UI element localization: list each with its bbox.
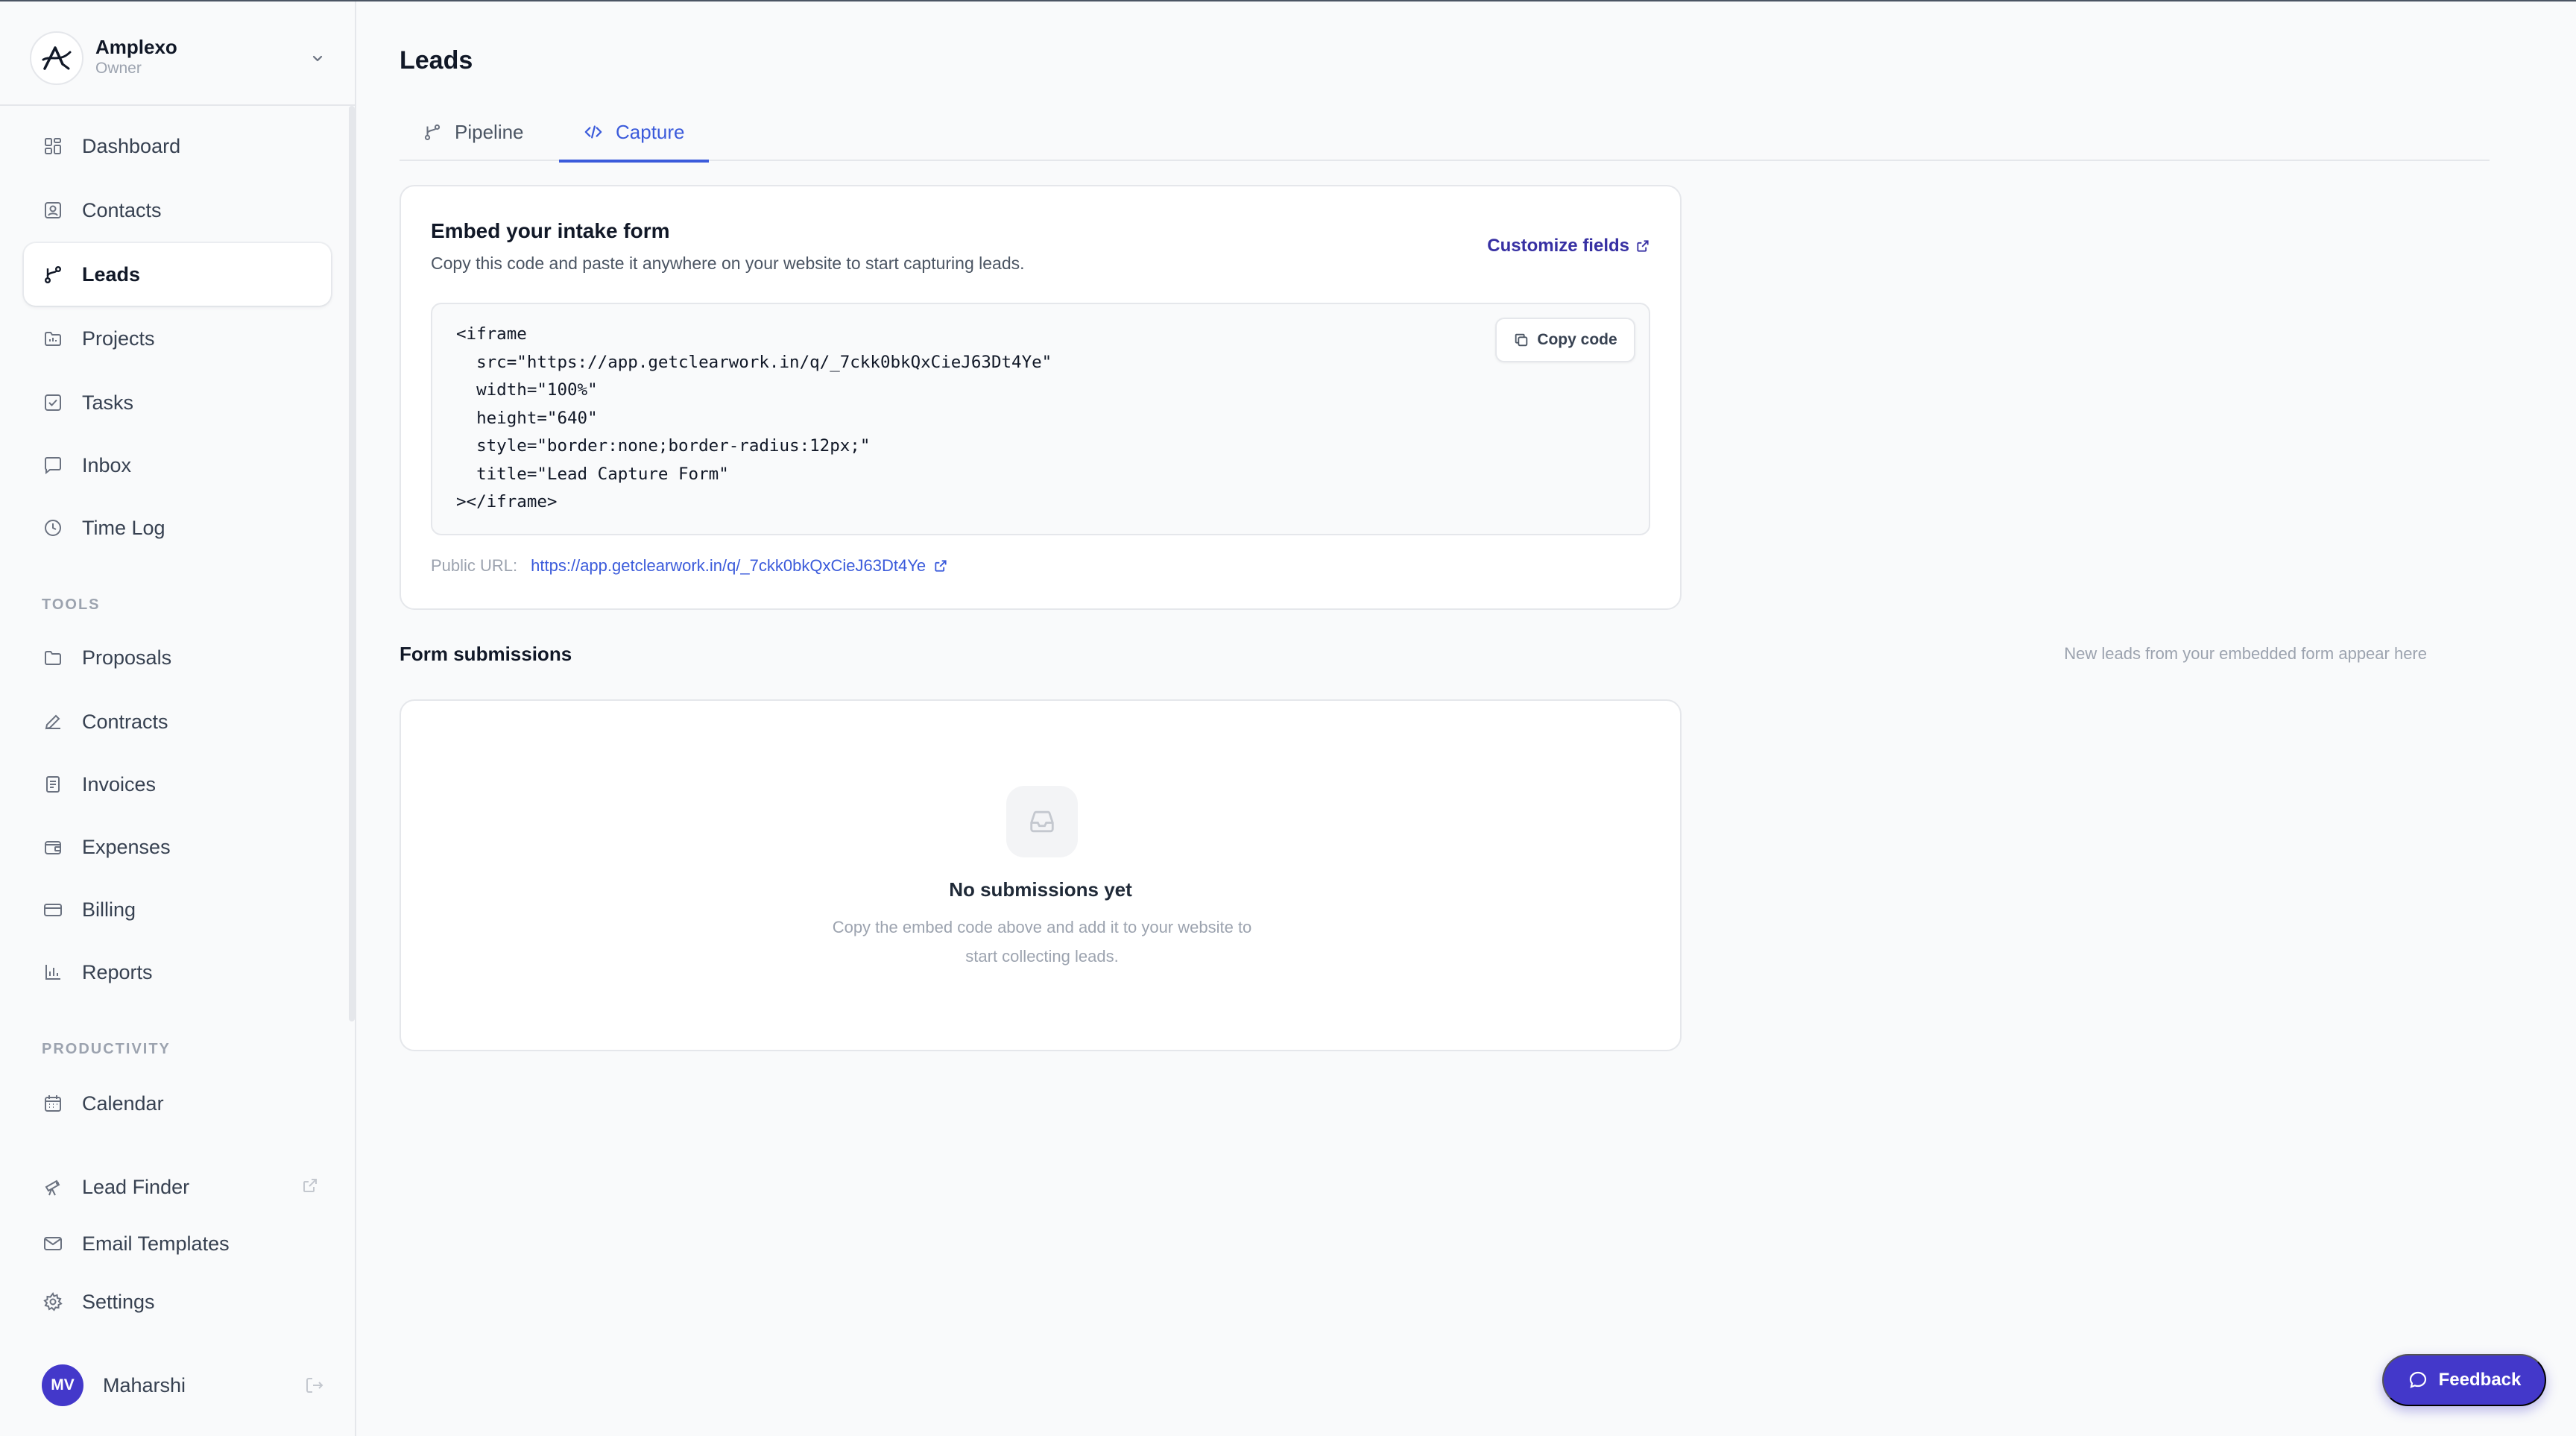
sidebar-item-inbox[interactable]: Inbox: [24, 434, 331, 497]
sidebar-item-leads[interactable]: Leads: [24, 243, 331, 306]
embed-form-card: Embed your intake form Copy this code an…: [400, 185, 1682, 610]
inbox-icon: [42, 454, 64, 476]
sidebar-item-label: Contacts: [82, 198, 162, 221]
sidebar-item-label: Proposals: [82, 646, 172, 669]
wallet-icon: [42, 836, 64, 858]
sidebar-divider: [0, 104, 355, 106]
sidebar-item-label: Projects: [82, 327, 155, 350]
sidebar-item-label: Lead Finder: [82, 1175, 190, 1198]
avatar: MV: [42, 1364, 83, 1406]
sidebar-item-expenses[interactable]: Expenses: [24, 816, 331, 878]
clock-icon: [42, 517, 64, 539]
sidebar-item-time-log[interactable]: Time Log: [24, 497, 331, 559]
sidebar-item-projects[interactable]: Projects: [24, 307, 331, 370]
gear-icon: [42, 1291, 64, 1313]
sidebar-item-label: Reports: [82, 960, 153, 983]
sidebar: Amplexo Owner Dashboard Contacts Leads P…: [0, 1, 356, 1436]
copy-code-label: Copy code: [1537, 331, 1617, 348]
projects-icon: [42, 327, 64, 350]
feedback-button[interactable]: Feedback: [2382, 1354, 2546, 1406]
mail-icon: [42, 1232, 64, 1255]
sidebar-item-settings[interactable]: Settings: [24, 1270, 331, 1333]
dashboard-icon: [42, 135, 64, 157]
sidebar-item-dashboard[interactable]: Dashboard: [24, 115, 331, 177]
embed-description: Copy this code and paste it anywhere on …: [431, 253, 1025, 273]
embed-code: <iframe src="https://app.getclearwork.in…: [456, 324, 1052, 511]
external-link-icon: [301, 1177, 321, 1196]
sidebar-item-label: Tasks: [82, 391, 134, 414]
bar-chart-icon: [42, 961, 64, 983]
tab-pipeline[interactable]: Pipeline: [422, 103, 524, 161]
empty-state-title: No submissions yet: [949, 878, 1132, 901]
public-url-label: Public URL:: [431, 556, 518, 575]
sidebar-item-label: Inbox: [82, 453, 132, 476]
sidebar-scrollbar[interactable]: [349, 106, 355, 1021]
public-url-row: Public URL: https://app.getclearwork.in/…: [431, 556, 948, 576]
user-profile[interactable]: MV Maharshi: [42, 1363, 325, 1408]
sidebar-item-label: Billing: [82, 898, 136, 921]
sidebar-item-calendar[interactable]: Calendar: [24, 1072, 331, 1135]
chevron-down-icon: [307, 48, 328, 69]
sidebar-item-tasks[interactable]: Tasks: [24, 371, 331, 434]
submissions-empty-state: No submissions yet Copy the embed code a…: [400, 699, 1682, 1051]
sidebar-item-label: Leads: [82, 262, 141, 286]
external-link-icon: [935, 560, 947, 572]
tab-bar: Pipeline Capture: [400, 103, 2490, 163]
customize-fields-link[interactable]: Customize fields: [1487, 236, 1650, 256]
sidebar-item-billing[interactable]: Billing: [24, 878, 331, 941]
sidebar-item-label: Contracts: [82, 710, 168, 733]
embed-title: Embed your intake form: [431, 219, 670, 242]
workspace-name: Amplexo: [95, 36, 177, 58]
tab-label: Pipeline: [455, 120, 524, 143]
invoice-icon: [42, 773, 64, 796]
section-label-productivity: PRODUCTIVITY: [42, 1041, 171, 1057]
external-link-icon: [1637, 240, 1649, 252]
main-content: Leads Pipeline Capture Embed your intake…: [356, 1, 2576, 1436]
tab-label: Capture: [616, 120, 685, 143]
form-submissions-hint: New leads from your embedded form appear…: [2064, 644, 2427, 663]
credit-card-icon: [42, 898, 64, 921]
branch-icon: [422, 122, 443, 142]
proposals-icon: [42, 646, 64, 669]
empty-state-description: Copy the embed code above and add it to …: [832, 918, 1252, 966]
leads-icon: [42, 263, 64, 286]
sidebar-item-email-templates[interactable]: Email Templates: [24, 1212, 331, 1275]
sidebar-item-proposals[interactable]: Proposals: [24, 626, 331, 689]
sidebar-item-label: Invoices: [82, 772, 157, 796]
sidebar-item-label: Settings: [82, 1290, 155, 1313]
sidebar-item-label: Calendar: [82, 1092, 164, 1115]
public-url-link[interactable]: https://app.getclearwork.in/q/_7ckk0bkQx…: [531, 556, 926, 576]
sidebar-item-contracts[interactable]: Contracts: [24, 690, 331, 753]
sidebar-item-invoices[interactable]: Invoices: [24, 753, 331, 816]
telescope-icon: [42, 1176, 64, 1198]
page-title: Leads: [400, 46, 473, 75]
sidebar-item-lead-finder[interactable]: Lead Finder: [24, 1156, 331, 1218]
section-label-tools: TOOLS: [42, 596, 101, 613]
contacts-icon: [42, 199, 64, 221]
sidebar-item-contacts[interactable]: Contacts: [24, 179, 331, 242]
copy-icon: [1515, 333, 1528, 347]
form-submissions-title: Form submissions: [400, 643, 572, 665]
tasks-icon: [42, 391, 64, 414]
pen-icon: [42, 711, 64, 733]
sidebar-item-label: Dashboard: [82, 134, 181, 157]
sidebar-item-reports[interactable]: Reports: [24, 941, 331, 1004]
calendar-icon: [42, 1092, 64, 1115]
workspace-logo: [30, 31, 83, 85]
logout-icon[interactable]: [304, 1375, 325, 1396]
inbox-tray-icon: [1006, 786, 1078, 857]
user-name: Maharshi: [103, 1373, 186, 1396]
sidebar-item-label: Expenses: [82, 835, 171, 858]
customize-fields-label: Customize fields: [1487, 236, 1629, 256]
embed-code-block[interactable]: <iframe src="https://app.getclearwork.in…: [431, 303, 1650, 535]
workspace-role: Owner: [95, 60, 142, 77]
sidebar-item-label: Email Templates: [82, 1232, 230, 1255]
copy-code-button[interactable]: Copy code: [1495, 318, 1635, 362]
sidebar-item-label: Time Log: [82, 516, 165, 539]
code-icon: [583, 122, 604, 142]
chat-bubble-icon: [2409, 1371, 2426, 1388]
feedback-label: Feedback: [2438, 1370, 2522, 1390]
tab-capture[interactable]: Capture: [559, 103, 709, 163]
workspace-switcher[interactable]: Amplexo Owner: [30, 31, 328, 85]
